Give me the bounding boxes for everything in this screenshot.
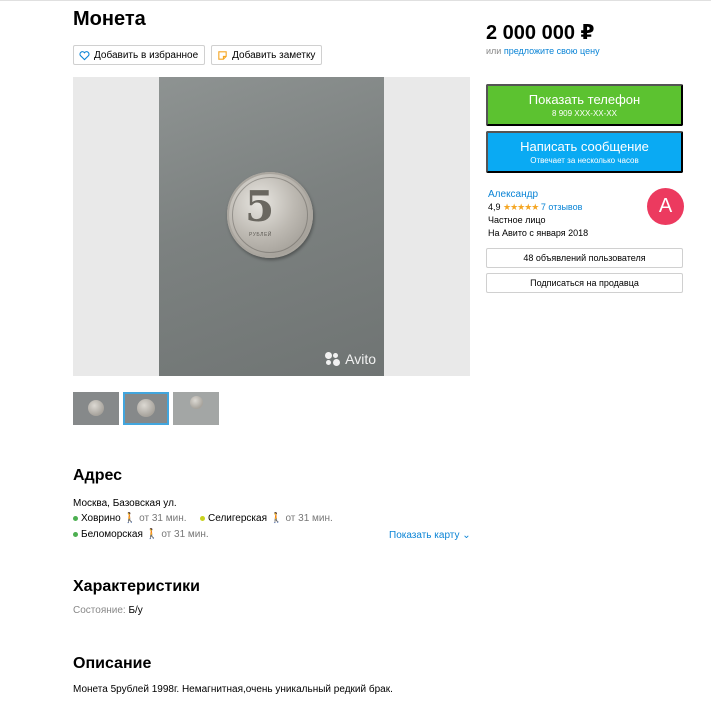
seller-type: Частное лицо bbox=[488, 215, 546, 225]
reviews-link[interactable]: 7 отзывов bbox=[541, 202, 583, 212]
metro-time: от 31 мин. bbox=[161, 529, 209, 540]
metro-line-dot bbox=[73, 516, 78, 521]
seller-since: На Авито с января 2018 bbox=[488, 228, 589, 238]
main-photo: 5 РУБЛЕЙ Avito bbox=[159, 77, 384, 376]
favorite-label: Добавить в избранное bbox=[94, 49, 199, 61]
thumbnail-1[interactable] bbox=[73, 392, 119, 425]
metro-time: от 31 мин. bbox=[285, 513, 333, 524]
phone-masked: 8 909 XXX-XX-XX bbox=[552, 108, 617, 118]
show-phone-button[interactable]: Показать телефон 8 909 XXX-XX-XX bbox=[486, 84, 683, 126]
address-heading: Адрес bbox=[73, 467, 123, 484]
subscribe-seller-button[interactable]: Подписаться на продавца bbox=[486, 273, 683, 293]
show-map-link[interactable]: Показать карту ⌄ bbox=[389, 530, 471, 541]
description-text: Монета 5рублей 1998г. Немагнитная,очень … bbox=[73, 684, 393, 695]
price: 2 000 000 ₽ bbox=[486, 22, 595, 44]
photo-gallery[interactable]: 5 РУБЛЕЙ Avito bbox=[73, 77, 470, 376]
walking-icon: 🚶 bbox=[145, 529, 159, 540]
metro-line-dot bbox=[200, 516, 205, 521]
avito-logo-icon bbox=[325, 352, 341, 366]
metro-time: от 31 мин. bbox=[139, 513, 187, 524]
heart-icon bbox=[79, 50, 90, 60]
metro-station: Беломорская 🚶 от 31 мин. bbox=[73, 529, 209, 540]
note-icon bbox=[218, 50, 227, 60]
avatar[interactable]: А bbox=[647, 188, 684, 225]
characteristics-heading: Характеристики bbox=[73, 578, 201, 595]
seller-name-link[interactable]: Александр bbox=[488, 189, 538, 200]
suggest-price-link[interactable]: предложите свою цену bbox=[504, 46, 600, 56]
metro-station: Ховрино 🚶 от 31 мин. bbox=[73, 513, 187, 524]
show-map-label: Показать карту bbox=[389, 530, 460, 541]
metro-line-dot bbox=[73, 532, 78, 537]
seller-rating: 4,9 bbox=[488, 202, 501, 212]
seller-info: Александр 4,9 ★★★★★ 7 отзывов Частное ли… bbox=[488, 188, 588, 240]
condition-row: Состояние: Б/у bbox=[73, 605, 143, 616]
thumbnail-2[interactable] bbox=[123, 392, 169, 425]
add-to-favorites-button[interactable]: Добавить в избранное bbox=[73, 45, 206, 65]
offer-prefix: или bbox=[486, 46, 502, 56]
metro-name: Ховрино bbox=[81, 513, 121, 524]
avito-watermark: Avito bbox=[325, 351, 376, 367]
rating-stars-icon: ★★★★★ bbox=[503, 202, 539, 212]
metro-station: Селигерская 🚶 от 31 мин. bbox=[200, 513, 333, 524]
condition-label: Состояние: bbox=[73, 605, 126, 616]
top-divider bbox=[0, 0, 711, 4]
thumbnail-3[interactable] bbox=[173, 392, 219, 425]
price-offer: или предложите свою цену bbox=[486, 46, 600, 56]
note-label: Добавить заметку bbox=[232, 49, 316, 61]
user-ads-button[interactable]: 48 объявлений пользователя bbox=[486, 248, 683, 268]
coin-image: 5 РУБЛЕЙ bbox=[227, 172, 313, 258]
watermark-text: Avito bbox=[345, 351, 376, 367]
coin-value: 5 bbox=[245, 182, 275, 231]
address-line: Москва, Базовская ул. bbox=[73, 498, 177, 509]
condition-value: Б/у bbox=[128, 605, 143, 616]
seller-rating-row: 4,9 ★★★★★ 7 отзывов bbox=[488, 201, 588, 214]
coin-caption: РУБЛЕЙ bbox=[249, 232, 272, 238]
add-note-button[interactable]: Добавить заметку bbox=[211, 45, 323, 65]
metro-name: Беломорская bbox=[81, 529, 143, 540]
walking-icon: 🚶 bbox=[270, 513, 283, 524]
thumbnail-strip bbox=[73, 392, 219, 425]
description-heading: Описание bbox=[73, 655, 152, 672]
metro-name: Селигерская bbox=[208, 513, 267, 524]
response-time: Отвечает за несколько часов bbox=[530, 155, 639, 165]
chevron-down-icon: ⌄ bbox=[462, 530, 471, 541]
show-phone-label: Показать телефон bbox=[528, 91, 641, 107]
listing-actions: Добавить в избранное Добавить заметку bbox=[73, 45, 323, 65]
write-message-button[interactable]: Написать сообщение Отвечает за несколько… bbox=[486, 131, 683, 173]
walking-icon: 🚶 bbox=[123, 513, 137, 524]
write-message-label: Написать сообщение bbox=[520, 138, 649, 154]
page-title: Монета bbox=[73, 8, 146, 30]
